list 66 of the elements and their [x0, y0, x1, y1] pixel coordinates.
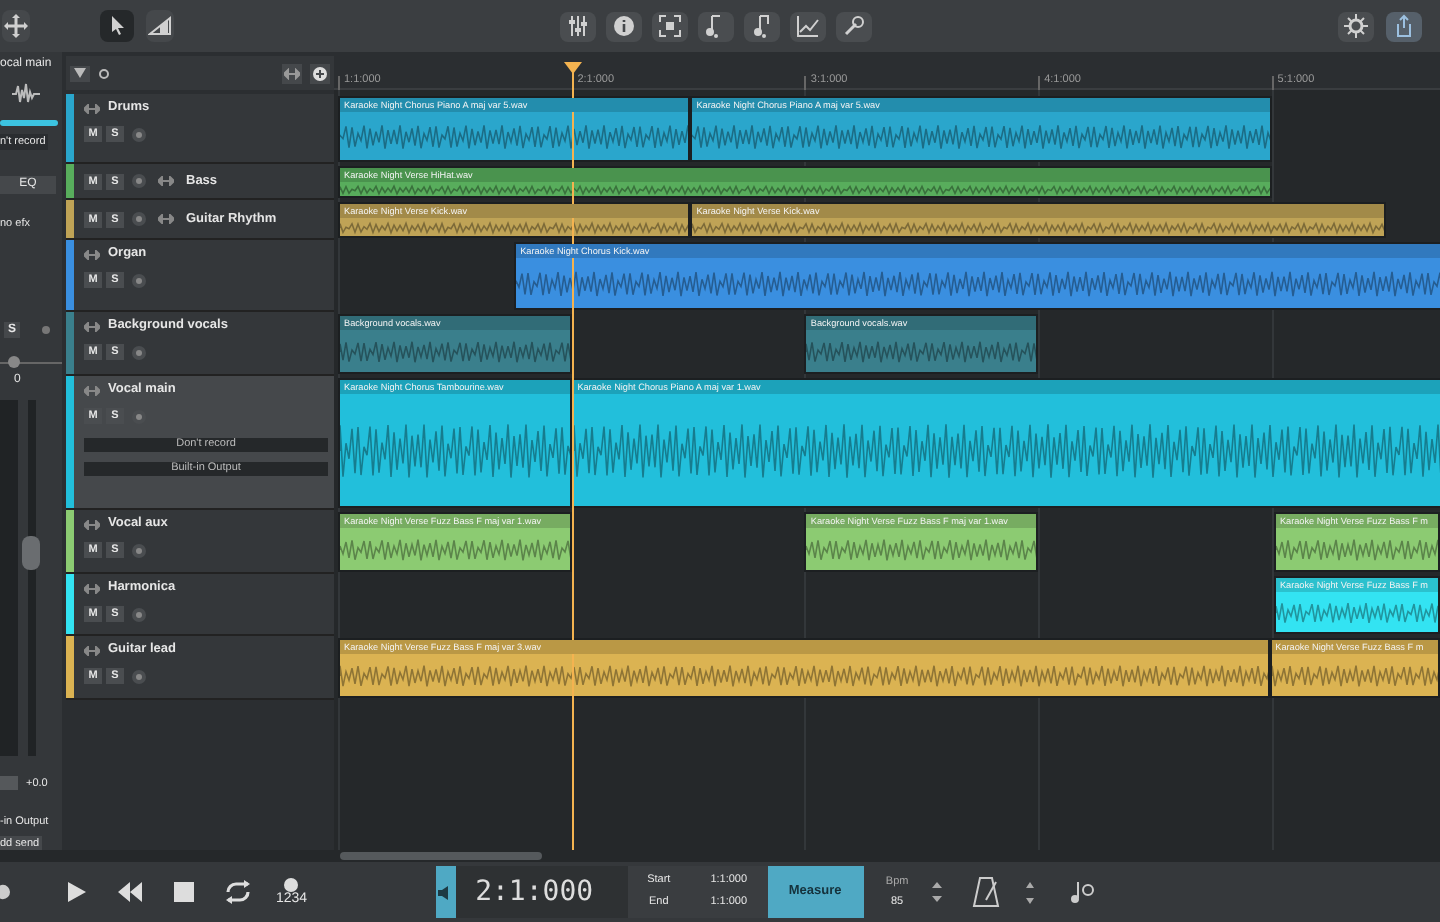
- record-button[interactable]: [132, 543, 146, 557]
- metronome-icon: [971, 876, 1000, 908]
- down-arrow-icon[interactable]: [931, 896, 942, 902]
- up-arrow-icon[interactable]: [1025, 881, 1034, 887]
- speaker-icon: [438, 885, 453, 899]
- arrows-icon: [84, 519, 100, 529]
- loop-icon: [224, 878, 252, 906]
- fullscreen-icon: [658, 14, 682, 38]
- arrows-icon: [84, 321, 100, 331]
- record-button[interactable]: [132, 273, 146, 287]
- arrows-icon: [84, 583, 100, 593]
- toolbar-button[interactable]: [836, 11, 872, 41]
- arrows-icon: [284, 67, 300, 79]
- arrows-icon: [84, 385, 100, 395]
- info-icon: [612, 14, 636, 38]
- wrench-icon: [842, 14, 866, 38]
- share-icon: [1392, 14, 1416, 38]
- rewind-icon: [116, 878, 144, 906]
- scrollbar-thumb[interactable]: [340, 852, 542, 860]
- record-button[interactable]: [132, 669, 146, 683]
- add-track-button[interactable]: [310, 63, 330, 83]
- volume-box: [0, 776, 18, 790]
- level-bar: [0, 120, 58, 126]
- circle-icon[interactable]: [98, 67, 110, 79]
- waveform-icon: [12, 82, 40, 106]
- play-icon: [62, 878, 90, 906]
- toolbar-button[interactable]: [698, 11, 734, 41]
- move-icon: [4, 14, 28, 38]
- note-icon: [750, 14, 774, 38]
- record-button[interactable]: [132, 174, 146, 188]
- toolbar-button[interactable]: [790, 11, 826, 41]
- record-button[interactable]: [132, 345, 146, 359]
- arrows-icon: [84, 645, 100, 655]
- record-button[interactable]: [132, 212, 146, 226]
- fader-thumb[interactable]: [22, 536, 40, 570]
- tool-button[interactable]: [146, 10, 174, 42]
- time-display: 2:1:000: [455, 866, 628, 918]
- filter-button[interactable]: [70, 65, 90, 81]
- settings-button[interactable]: [1338, 11, 1374, 41]
- collapse-button[interactable]: [282, 63, 302, 83]
- mixer-icon: [566, 14, 590, 38]
- arrows-icon: [84, 103, 100, 113]
- funnel-icon: [74, 68, 86, 78]
- down-arrow-icon[interactable]: [1025, 897, 1034, 903]
- up-arrow-icon[interactable]: [931, 882, 942, 888]
- arrows-icon: [84, 249, 100, 259]
- tool-button[interactable]: [100, 10, 134, 42]
- record-button[interactable]: [132, 127, 146, 141]
- share-button[interactable]: [1386, 11, 1422, 41]
- graph-icon: [796, 14, 820, 38]
- toolbar-button[interactable]: [744, 11, 780, 41]
- plus-icon: [312, 65, 328, 81]
- ramp-icon: [148, 14, 172, 38]
- toolbar-button[interactable]: [652, 11, 688, 41]
- tool-button[interactable]: [2, 10, 30, 42]
- record-button[interactable]: [132, 607, 146, 621]
- gear-icon: [1344, 14, 1368, 38]
- speaker-button[interactable]: [435, 866, 456, 918]
- playhead[interactable]: [563, 62, 582, 74]
- arrows-icon: [158, 214, 174, 224]
- note-icon: [1067, 880, 1096, 904]
- arrows-icon: [158, 176, 174, 186]
- toolbar-button[interactable]: [606, 11, 642, 41]
- toolbar-button[interactable]: [560, 11, 596, 41]
- pan-knob[interactable]: [8, 356, 20, 368]
- stop-icon: [170, 878, 198, 906]
